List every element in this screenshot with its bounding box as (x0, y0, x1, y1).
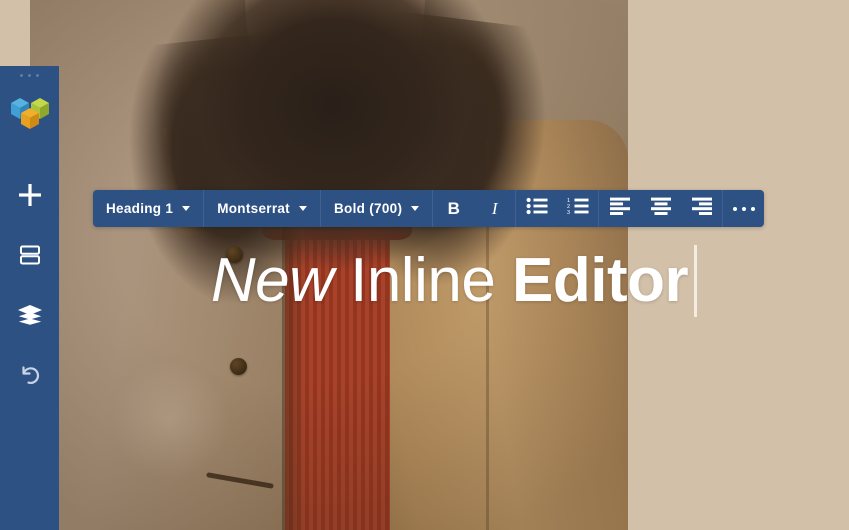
style-select[interactable]: Heading 1 (93, 190, 205, 227)
app-logo[interactable] (0, 93, 59, 136)
editor-canvas: Heading 1 Montserrat Bold (700) B I 1 2 … (0, 0, 849, 530)
font-weight-select-value: Bold (700) (333, 201, 403, 216)
toolbar-group-more (723, 190, 764, 227)
text-caret (694, 245, 698, 317)
svg-text:3: 3 (567, 210, 570, 215)
font-family-select[interactable]: Montserrat (204, 190, 321, 227)
plus-icon (17, 182, 43, 208)
handle-dot (36, 74, 39, 77)
sidebar-item-layers[interactable] (0, 285, 59, 344)
align-center-icon (650, 197, 671, 220)
italic-label: I (491, 198, 498, 218)
headline-space (333, 246, 350, 315)
italic-button[interactable]: I (474, 190, 515, 227)
bullet-list-icon (526, 197, 548, 220)
align-left-button[interactable] (599, 190, 640, 227)
toolbar-group-align (599, 190, 724, 227)
ellipsis-dot (750, 206, 755, 211)
align-center-button[interactable] (640, 190, 681, 227)
more-options-button[interactable] (723, 190, 764, 227)
sections-icon (19, 244, 41, 266)
chevron-down-icon (182, 206, 191, 211)
chevron-down-icon (298, 206, 307, 211)
layers-icon (17, 304, 43, 326)
headline-word-regular: Inline (350, 246, 496, 315)
numbered-list-button[interactable]: 1 2 3 (557, 190, 598, 227)
bold-button[interactable]: B (433, 190, 474, 227)
sidebar-item-add[interactable] (0, 165, 59, 224)
ellipsis-dot (741, 206, 746, 211)
ellipsis-dot (732, 206, 737, 211)
handle-dot (28, 74, 31, 77)
headline-space (495, 246, 512, 315)
bold-label: B (447, 198, 460, 218)
font-family-select-value: Montserrat (217, 201, 290, 216)
sidebar-drag-handle[interactable] (0, 66, 59, 77)
headline-word-bold: Editor (512, 246, 689, 315)
toolbar-group-lists: 1 2 3 (516, 190, 600, 227)
headline-word-italic: New (210, 246, 334, 315)
undo-icon (18, 363, 42, 387)
font-weight-select[interactable]: Bold (700) (321, 190, 432, 227)
handle-dot (20, 74, 23, 77)
numbered-list-icon: 1 2 3 (567, 197, 589, 220)
style-select-value: Heading 1 (106, 201, 174, 216)
toolbar-group-format: B I (433, 190, 517, 227)
chevron-down-icon (411, 206, 420, 211)
bullet-list-button[interactable] (516, 190, 557, 227)
align-right-icon (691, 197, 712, 220)
inline-editor-toolbar: Heading 1 Montserrat Bold (700) B I 1 2 … (93, 190, 765, 227)
cube-logo-icon (9, 93, 51, 136)
editable-headline[interactable]: New Inline Editor (59, 245, 849, 317)
sidebar-item-undo[interactable] (0, 345, 59, 404)
left-sidebar (0, 66, 59, 530)
ellipsis-icon (732, 206, 755, 211)
align-right-button[interactable] (681, 190, 722, 227)
sidebar-item-sections[interactable] (0, 225, 59, 284)
align-left-icon (609, 197, 630, 220)
toolbar-group-typography: Heading 1 Montserrat Bold (700) (93, 190, 434, 227)
